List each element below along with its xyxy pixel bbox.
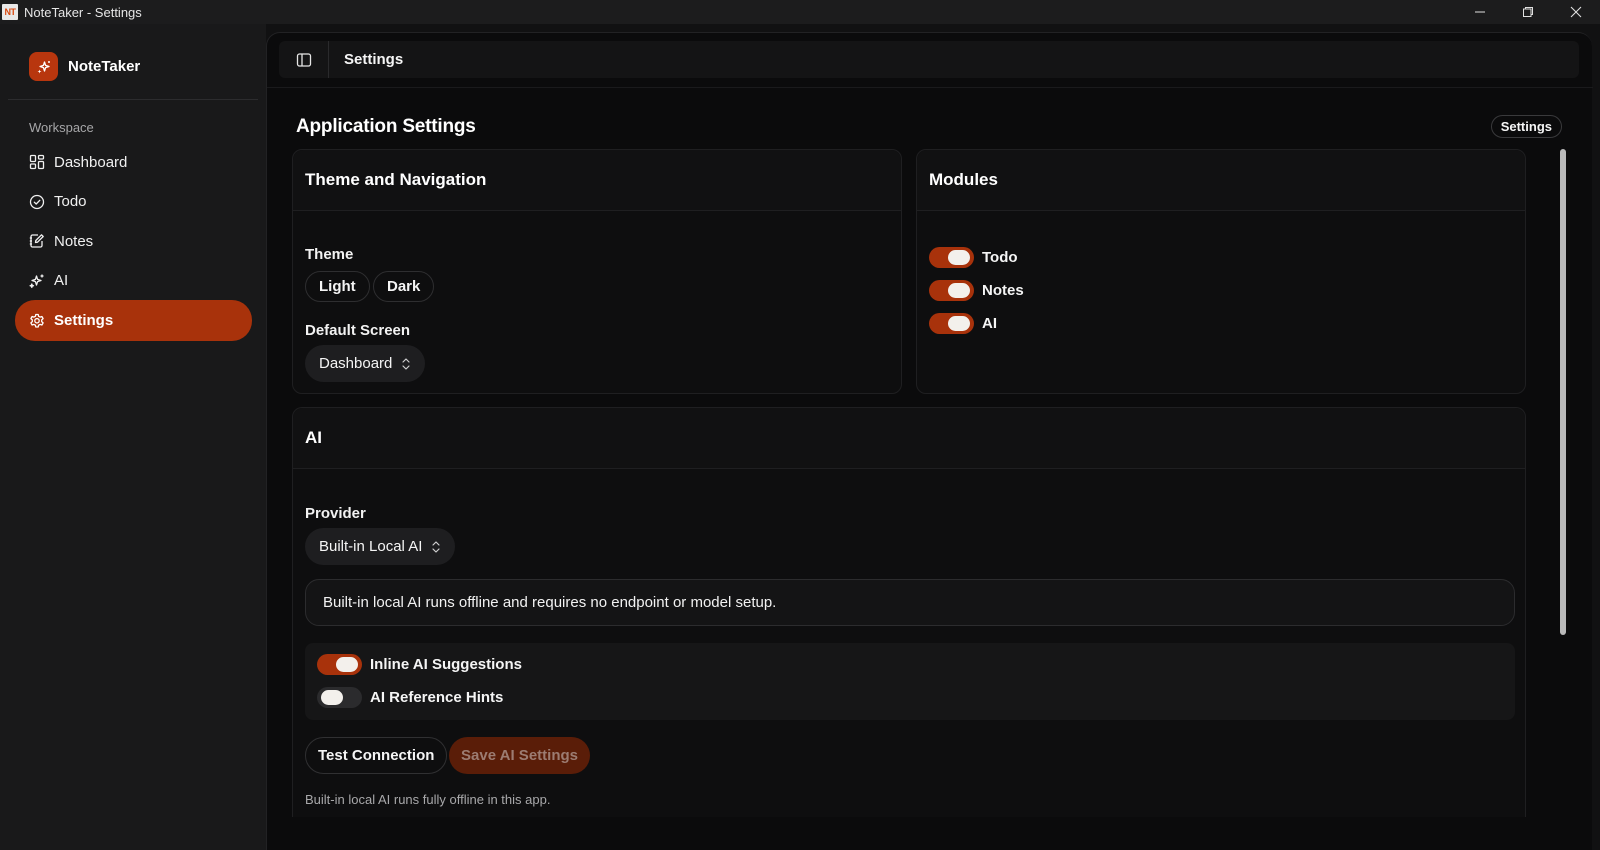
theme-light-button[interactable]: Light bbox=[305, 271, 370, 302]
sparkles-logo-icon bbox=[37, 60, 50, 73]
minimize-icon bbox=[1475, 11, 1485, 13]
title-bar: NT NoteTaker - Settings bbox=[0, 0, 1600, 24]
sidebar-item-label: Todo bbox=[54, 193, 87, 210]
ai-toggles-panel: Inline AI Suggestions AI Reference Hints bbox=[305, 643, 1515, 720]
module-label: Todo bbox=[982, 249, 1018, 266]
dashboard-icon bbox=[29, 154, 45, 170]
top-bar: Settings bbox=[279, 41, 1579, 78]
sidebar-item-label: Settings bbox=[54, 312, 114, 329]
notes-icon bbox=[29, 233, 45, 249]
switch-knob bbox=[336, 657, 358, 672]
sidebar-item-todo[interactable]: Todo bbox=[15, 182, 252, 222]
todo-module-switch[interactable] bbox=[929, 247, 974, 268]
check-circle-icon bbox=[29, 194, 45, 210]
provider-info-box: Built-in local AI runs offline and requi… bbox=[305, 579, 1515, 626]
brand-logo bbox=[29, 52, 58, 81]
settings-badge: Settings bbox=[1490, 115, 1562, 138]
switch-knob bbox=[948, 283, 970, 298]
ai-card: AI Provider Built-in Local AI Built-in l… bbox=[292, 407, 1526, 817]
module-toggle-todo: Todo bbox=[929, 247, 1018, 268]
module-label: Notes bbox=[982, 282, 1024, 299]
module-toggle-notes: Notes bbox=[929, 280, 1024, 301]
restore-button[interactable] bbox=[1504, 0, 1552, 24]
default-screen-select[interactable]: Dashboard bbox=[305, 345, 426, 382]
sidebar: NoteTaker Workspace Dashboard Todo Notes bbox=[0, 24, 266, 850]
reference-hints-row: AI Reference Hints bbox=[317, 687, 503, 708]
provider-value: Built-in Local AI bbox=[319, 538, 423, 555]
restore-icon bbox=[1523, 7, 1533, 17]
app-icon: NT bbox=[2, 4, 18, 20]
brand[interactable]: NoteTaker bbox=[29, 52, 140, 81]
sidebar-item-ai[interactable]: AI bbox=[15, 261, 252, 301]
module-label: AI bbox=[982, 315, 997, 332]
inline-suggestions-switch[interactable] bbox=[317, 654, 362, 675]
inline-suggestions-row: Inline AI Suggestions bbox=[317, 654, 522, 675]
sidebar-item-label: Dashboard bbox=[54, 153, 128, 171]
modules-card: Modules Todo Notes AI bbox=[916, 149, 1526, 394]
close-icon bbox=[1570, 6, 1582, 18]
switch-knob bbox=[948, 316, 970, 331]
scrollbar-thumb[interactable] bbox=[1560, 149, 1566, 635]
toggle-label: Inline AI Suggestions bbox=[370, 656, 522, 673]
minimize-button[interactable] bbox=[1456, 0, 1504, 24]
provider-select[interactable]: Built-in Local AI bbox=[305, 528, 456, 565]
close-button[interactable] bbox=[1552, 0, 1600, 24]
select-chevron-icon bbox=[401, 357, 411, 371]
save-ai-settings-button[interactable]: Save AI Settings bbox=[449, 737, 590, 774]
sidebar-toggle-button[interactable] bbox=[279, 41, 329, 78]
module-toggle-ai: AI bbox=[929, 313, 997, 334]
select-chevron-icon bbox=[431, 540, 441, 554]
sidebar-item-dashboard[interactable]: Dashboard bbox=[15, 142, 252, 182]
top-bar-title: Settings bbox=[344, 51, 404, 68]
sidebar-item-label: AI bbox=[54, 272, 69, 289]
provider-label: Provider bbox=[305, 505, 366, 522]
default-screen-label: Default Screen bbox=[305, 322, 411, 339]
sidebar-item-notes[interactable]: Notes bbox=[15, 221, 252, 261]
switch-knob bbox=[948, 250, 970, 265]
sidebar-item-settings[interactable]: Settings bbox=[15, 300, 252, 341]
brand-divider bbox=[8, 99, 258, 100]
theme-label: Theme bbox=[305, 246, 354, 263]
gear-icon bbox=[29, 313, 45, 329]
theme-dark-button[interactable]: Dark bbox=[373, 271, 435, 302]
modules-card-title: Modules bbox=[917, 150, 1525, 211]
sidebar-item-label: Notes bbox=[54, 232, 94, 250]
default-screen-value: Dashboard bbox=[319, 355, 393, 372]
workspace-section-label: Workspace bbox=[29, 120, 94, 135]
test-connection-button[interactable]: Test Connection bbox=[305, 737, 448, 774]
ai-module-switch[interactable] bbox=[929, 313, 974, 334]
switch-knob bbox=[321, 690, 343, 705]
reference-hints-switch[interactable] bbox=[317, 687, 362, 708]
theme-navigation-card: Theme and Navigation Theme Light Dark De… bbox=[292, 149, 902, 394]
notes-module-switch[interactable] bbox=[929, 280, 974, 301]
theme-card-title: Theme and Navigation bbox=[293, 150, 901, 211]
main-panel: Settings Application Settings Settings T… bbox=[266, 32, 1593, 850]
page-title: Application Settings bbox=[296, 116, 476, 137]
sidebar-nav: Dashboard Todo Notes AI Settings bbox=[15, 142, 252, 341]
brand-name: NoteTaker bbox=[68, 58, 141, 75]
toggle-label: AI Reference Hints bbox=[370, 689, 504, 706]
sparkles-icon bbox=[29, 273, 45, 289]
window-controls bbox=[1456, 0, 1600, 24]
ai-footnote: Built-in local AI runs fully offline in … bbox=[305, 792, 551, 807]
window-title: NoteTaker - Settings bbox=[24, 4, 142, 20]
ai-card-title: AI bbox=[293, 408, 1525, 469]
sidebar-toggle-icon bbox=[296, 52, 311, 67]
top-bar-divider bbox=[267, 87, 1593, 88]
